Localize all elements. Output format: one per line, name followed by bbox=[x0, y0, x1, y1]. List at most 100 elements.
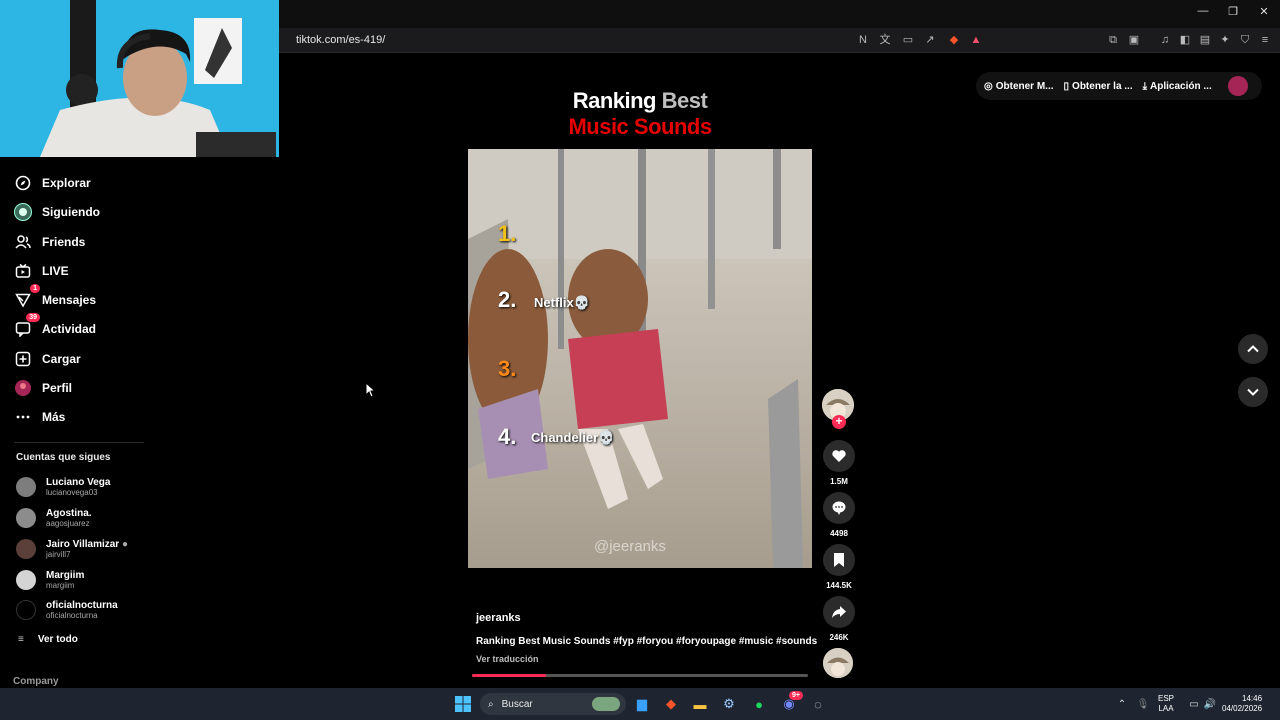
sidebar-item-mensajes[interactable]: 1 Mensajes bbox=[14, 284, 96, 311]
video-progress-bar[interactable] bbox=[472, 674, 808, 677]
sidebar-item-label: Actividad bbox=[42, 322, 97, 336]
sidebar-item-explorar[interactable]: Explorar bbox=[14, 172, 91, 194]
company-link[interactable]: Company bbox=[13, 676, 59, 687]
profile-avatar-icon bbox=[14, 379, 32, 397]
following-avatar-icon bbox=[14, 203, 32, 221]
account-name: Margiim bbox=[46, 569, 85, 581]
share-icon[interactable]: ↗ bbox=[923, 33, 937, 47]
rank-label: Chandelier💀 bbox=[531, 430, 615, 445]
sidebar-item-siguiendo[interactable]: Siguiendo bbox=[14, 201, 100, 223]
sidebar-item-label: Siguiendo bbox=[42, 205, 100, 219]
account-handle: lucianovega03 bbox=[46, 487, 98, 497]
app-icon[interactable]: ◌ bbox=[808, 694, 828, 714]
search-label: Buscar bbox=[501, 698, 533, 710]
sidebar-item-actividad[interactable]: 39 Actividad bbox=[14, 313, 97, 340]
account-name: Agostina. bbox=[46, 507, 92, 519]
save-button[interactable] bbox=[823, 544, 855, 576]
live-tv-icon bbox=[14, 262, 32, 280]
share-button[interactable] bbox=[823, 596, 855, 628]
following-account[interactable]: Margiim margiim bbox=[16, 567, 84, 593]
sidebar-item-cargar[interactable]: Cargar bbox=[14, 348, 81, 370]
sidebar-item-perfil[interactable]: Perfil bbox=[14, 377, 72, 399]
sidebar-item-label: Explorar bbox=[42, 176, 91, 190]
sidebar-item-label: Cargar bbox=[42, 352, 81, 366]
following-account[interactable]: Agostina. aagosjuarez bbox=[16, 505, 92, 531]
follow-plus-button[interactable]: + bbox=[832, 415, 846, 429]
cast-icon[interactable]: ▭ bbox=[901, 33, 915, 47]
tab-search-icon[interactable]: ▣ bbox=[1127, 33, 1141, 47]
brave-rewards-icon[interactable]: ▲ bbox=[969, 33, 983, 47]
following-account[interactable]: Luciano Vega lucianovega03 bbox=[16, 474, 110, 500]
avatar bbox=[16, 600, 36, 620]
microphone-icon[interactable]: 🎙 bbox=[1133, 694, 1153, 714]
following-account[interactable]: oficialnocturna oficialnocturna bbox=[16, 597, 118, 623]
sidebar-item-label: LIVE bbox=[42, 264, 69, 278]
sidebar-icon[interactable]: ◧ bbox=[1178, 33, 1192, 47]
more-dots-icon bbox=[14, 408, 32, 426]
avatar bbox=[16, 539, 36, 559]
video-player[interactable]: 1. 2. Netflix💀 3. 4. Chandelier💀 bbox=[468, 149, 812, 568]
search-highlight-icon bbox=[592, 697, 620, 711]
taskbar-search[interactable]: ⌕ Buscar bbox=[480, 693, 626, 715]
discord-badge: 9+ bbox=[789, 691, 803, 700]
video-title-red: Music Sounds bbox=[568, 114, 712, 139]
next-video-button[interactable] bbox=[1238, 377, 1268, 407]
input-language[interactable]: ESP LAA bbox=[1158, 694, 1174, 714]
steam-icon[interactable]: ⚙ bbox=[719, 694, 739, 714]
wallet-icon[interactable]: ▤ bbox=[1198, 33, 1212, 47]
rank-number: 4. bbox=[498, 424, 517, 449]
leo-ai-icon[interactable]: ✦ bbox=[1218, 33, 1232, 47]
minimize-button[interactable]: — bbox=[1194, 5, 1212, 21]
tray-chevron-icon[interactable]: ⌃ bbox=[1112, 694, 1132, 714]
windows-start-icon[interactable] bbox=[453, 694, 473, 714]
spotify-icon[interactable]: ● bbox=[749, 694, 769, 714]
reader-icon[interactable]: N bbox=[856, 33, 870, 47]
sidebar-item-mas[interactable]: Más bbox=[14, 406, 65, 428]
activity-icon: 39 bbox=[14, 313, 40, 338]
bookmark-icon bbox=[834, 553, 844, 567]
extensions-icon[interactable]: ⧉ bbox=[1106, 33, 1120, 47]
saves-count: 144.5K bbox=[826, 581, 852, 590]
video-title: Ranking Best bbox=[572, 88, 708, 113]
rank-number: 2. bbox=[498, 287, 517, 312]
restore-button[interactable]: ❐ bbox=[1224, 5, 1242, 21]
discord-icon[interactable]: ◉ 9+ bbox=[779, 691, 803, 714]
comments-count: 4498 bbox=[830, 529, 848, 538]
author-name[interactable]: jeeranks bbox=[476, 612, 521, 624]
volume-icon[interactable]: 🔊 bbox=[1200, 694, 1220, 714]
see-all-link[interactable]: ≡ Ver todo bbox=[18, 634, 78, 645]
close-button[interactable]: ✕ bbox=[1255, 5, 1273, 21]
task-view-icon[interactable]: ▆ bbox=[632, 694, 652, 714]
menu-icon[interactable]: ≡ bbox=[1258, 33, 1272, 47]
sidebar-item-friends[interactable]: Friends bbox=[14, 231, 85, 253]
comment-button[interactable] bbox=[823, 492, 855, 524]
comment-icon bbox=[832, 501, 846, 515]
sound-disc[interactable] bbox=[823, 648, 853, 678]
brave-shield-icon[interactable]: ◆ bbox=[947, 33, 961, 47]
translate-icon[interactable]: 文 bbox=[878, 33, 892, 47]
avatar bbox=[16, 570, 36, 590]
clock[interactable]: 14:46 04/02/2026 bbox=[1222, 694, 1262, 714]
url-text[interactable]: tiktok.com/es-419/ bbox=[296, 34, 385, 46]
rank-label: Netflix💀 bbox=[534, 295, 590, 310]
likes-count: 1.5M bbox=[830, 477, 848, 486]
chevron-up-icon bbox=[1247, 345, 1259, 353]
chevron-down-icon bbox=[1247, 388, 1259, 396]
like-button[interactable] bbox=[823, 440, 855, 472]
brave-browser-icon[interactable]: ◆ bbox=[661, 694, 681, 714]
sidebar-item-live[interactable]: LIVE bbox=[14, 260, 69, 282]
file-explorer-icon[interactable]: ▬ bbox=[690, 694, 710, 714]
following-account[interactable]: Jairo Villamizar ● jairvill7 bbox=[16, 536, 128, 562]
vpn-icon[interactable]: ⛉ bbox=[1238, 33, 1252, 47]
avatar bbox=[16, 477, 36, 497]
list-icon: ≡ bbox=[18, 634, 24, 645]
video-progress-fill bbox=[472, 674, 546, 677]
previous-video-button[interactable] bbox=[1238, 334, 1268, 364]
sidebar-item-label: Friends bbox=[42, 235, 86, 249]
verified-icon: ● bbox=[121, 538, 129, 550]
media-icon[interactable]: ♫ bbox=[1158, 33, 1172, 47]
translate-link[interactable]: Ver traducción bbox=[476, 654, 539, 664]
compass-icon bbox=[14, 174, 32, 192]
rank-number: 1. bbox=[498, 221, 517, 246]
video-caption: Ranking Best Music Sounds #fyp #foryou #… bbox=[476, 636, 818, 647]
